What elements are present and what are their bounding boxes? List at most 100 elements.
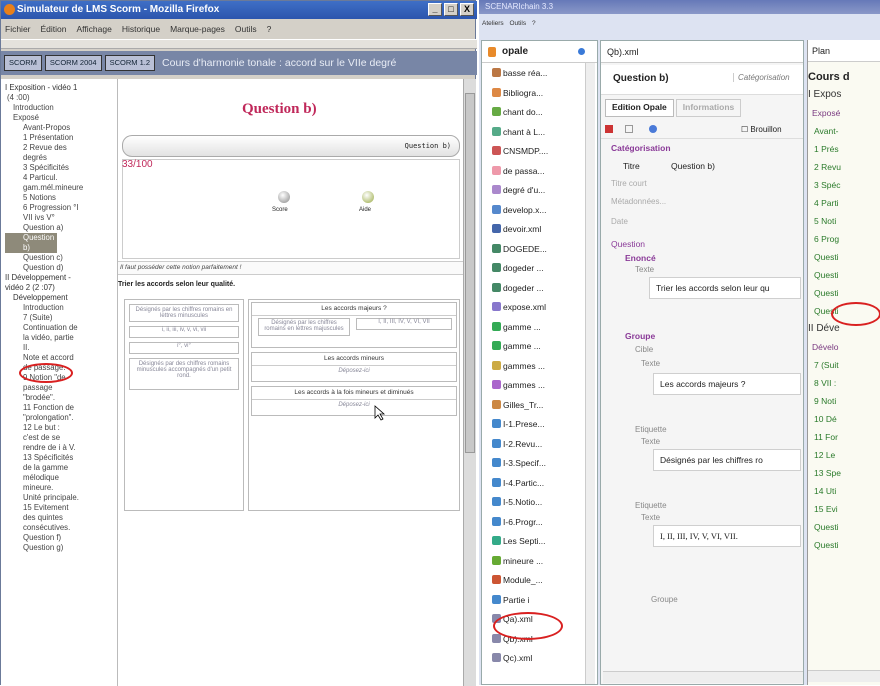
plan-item[interactable]: 10 Dé — [808, 410, 880, 428]
draft-checkbox[interactable]: ☐ Brouillon — [741, 121, 782, 139]
plan-item[interactable]: 5 Noti — [808, 212, 880, 230]
plan-item[interactable]: 1 Prés — [808, 140, 880, 158]
menu-edit[interactable]: Édition — [41, 21, 67, 37]
plan-item[interactable]: Questi — [808, 536, 880, 554]
editor-tab[interactable]: Qb).xml — [601, 41, 803, 63]
date-label[interactable]: Date — [611, 217, 628, 226]
tree-item[interactable]: gammes ... — [492, 377, 545, 393]
sidebar-item[interactable]: 2 Revue des — [5, 143, 117, 153]
drag-label[interactable]: i°, vi° — [129, 342, 239, 354]
plan-item[interactable]: Questi — [808, 518, 880, 536]
tree-item[interactable]: basse réa... — [492, 65, 547, 81]
sidebar-item[interactable]: Introduction — [5, 303, 117, 313]
etiquette-text-field[interactable]: Désignés par les chiffres ro — [653, 449, 801, 471]
drag-label[interactable]: i, ii, iii, iv, v, vi, vii — [129, 326, 239, 338]
dropped-label[interactable]: Désignés par les chiffres romains en let… — [258, 318, 350, 336]
sidebar-item[interactable]: 1 Présentation — [5, 133, 117, 143]
tree-item[interactable]: chant à L... — [492, 124, 545, 140]
plan-item[interactable]: 9 Noti — [808, 392, 880, 410]
drop-zone-major[interactable]: Les accords majeurs ? Désignés par les c… — [251, 302, 457, 348]
tree-item[interactable]: de passa... — [492, 163, 545, 179]
drop-zone-minor[interactable]: Les accords mineurs Déposez-ici — [251, 352, 457, 382]
content-scrollbar[interactable] — [463, 79, 476, 686]
tree-item[interactable]: I-6.Progr... — [492, 514, 543, 530]
plan-item[interactable]: Questi — [808, 248, 880, 266]
sidebar-item[interactable]: Question d) — [5, 263, 117, 273]
sidebar-item[interactable]: 13 Spécificités — [5, 453, 117, 463]
save-icon[interactable] — [625, 125, 633, 133]
drag-label[interactable]: Désignés par les chiffres romains en let… — [129, 304, 239, 322]
sidebar-item[interactable]: 6 Progression °I — [5, 203, 117, 213]
tree-item[interactable]: Les Septi... — [492, 533, 546, 549]
tree-item[interactable]: gamme ... — [492, 319, 541, 335]
minimize-button[interactable]: _ — [428, 3, 442, 16]
plan-item[interactable]: 3 Spéc — [808, 176, 880, 194]
sidebar-item[interactable]: 5 Notions — [5, 193, 117, 203]
tab-scorm-12[interactable]: SCORM 1.2 — [104, 55, 156, 71]
tree-item[interactable]: gamme ... — [492, 338, 541, 354]
sidebar-item[interactable]: Question a) — [5, 223, 117, 233]
sidebar-section[interactable]: I Exposition - vidéo 1 — [5, 83, 117, 93]
tree-item[interactable]: gammes ... — [492, 358, 545, 374]
titre-court-label[interactable]: Titre court — [611, 179, 647, 188]
menu-view[interactable]: Affichage — [77, 21, 112, 37]
sidebar-item[interactable]: Note et accord — [5, 353, 117, 363]
maximize-button[interactable]: □ — [444, 3, 458, 16]
pin-icon[interactable] — [605, 125, 613, 133]
tab-informations[interactable]: Informations — [675, 99, 742, 117]
menu-ateliers[interactable]: Ateliers — [482, 20, 504, 27]
menu-file[interactable]: Fichier — [5, 21, 31, 37]
drop-zone-diminished[interactable]: Les accords à la fois mineurs et diminué… — [251, 386, 457, 416]
tree-item[interactable]: I-5.Notio... — [492, 494, 542, 510]
tab-edition-opale[interactable]: Edition Opale — [605, 99, 674, 117]
tree-item[interactable]: mineure ... — [492, 553, 543, 569]
tree-item[interactable]: expose.xml — [492, 299, 546, 315]
menu-tools[interactable]: Outils — [235, 21, 257, 37]
sidebar-item[interactable]: 15 Evitement — [5, 503, 117, 513]
sidebar-item[interactable]: 12 Le but : — [5, 423, 117, 433]
tab-scorm-2004[interactable]: SCORM 2004 — [44, 55, 102, 71]
plan-item[interactable]: 2 Revu — [808, 158, 880, 176]
editor-hscrollbar[interactable] — [603, 671, 803, 683]
tree-item[interactable]: DOGEDE... — [492, 241, 547, 257]
sidebar-item[interactable]: 3 Spécificités — [5, 163, 117, 173]
sidebar-item[interactable]: Question c) — [5, 253, 117, 263]
plan-item[interactable]: 4 Parti — [808, 194, 880, 212]
tree-item[interactable]: develop.x... — [492, 202, 546, 218]
sidebar-item[interactable]: Développement — [5, 293, 117, 303]
check-icon[interactable] — [649, 125, 657, 133]
plan-item[interactable]: I Expos — [808, 86, 880, 104]
plan-item[interactable]: Dévelo — [808, 338, 880, 356]
scrollbar-thumb[interactable] — [465, 93, 475, 453]
enonce-text-field[interactable]: Trier les accords selon leur qu — [649, 277, 801, 299]
plan-item[interactable]: 12 Le — [808, 446, 880, 464]
sidebar-item[interactable]: 4 Particul. — [5, 173, 117, 183]
tree-item[interactable]: Module_... — [492, 572, 543, 588]
titre-field[interactable]: Question b) — [671, 161, 715, 171]
sidebar-item[interactable]: Introduction — [5, 103, 117, 113]
plan-item[interactable]: 13 Spe — [808, 464, 880, 482]
tab-scorm[interactable]: SCORM — [4, 55, 42, 71]
plan-item[interactable]: Cours d — [808, 68, 880, 86]
plan-hscrollbar[interactable] — [808, 670, 880, 682]
help-icon[interactable] — [362, 191, 374, 203]
tree-item[interactable]: Qc).xml — [492, 650, 532, 666]
tree-item[interactable]: Gilles_Tr... — [492, 397, 543, 413]
tree-item[interactable]: Partie i — [492, 592, 529, 608]
tree-item[interactable]: I-4.Partic... — [492, 475, 544, 491]
metadata-label[interactable]: Métadonnées... — [611, 197, 666, 206]
plan-item[interactable]: 8 VII : — [808, 374, 880, 392]
menu-help[interactable]: ? — [267, 21, 272, 37]
tree-item[interactable]: dogeder ... — [492, 260, 544, 276]
sidebar-item-question-b[interactable]: Question b) — [5, 233, 57, 253]
plan-item[interactable]: 14 Uti — [808, 482, 880, 500]
plan-item[interactable]: 11 For — [808, 428, 880, 446]
tree-item[interactable]: I-2.Revu... — [492, 436, 542, 452]
menu-history[interactable]: Historique — [122, 21, 160, 37]
etiquette-text-field[interactable]: I, II, III, IV, V, VI, VII. — [653, 525, 801, 547]
tree-item[interactable]: dogeder ... — [492, 280, 544, 296]
sidebar-item[interactable]: 7 (Suite) — [5, 313, 117, 323]
menu-bookmarks[interactable]: Marque-pages — [170, 21, 225, 37]
drag-label[interactable]: Désignés par des chiffres romains minusc… — [129, 358, 239, 390]
tree-scrollbar[interactable] — [585, 63, 595, 684]
